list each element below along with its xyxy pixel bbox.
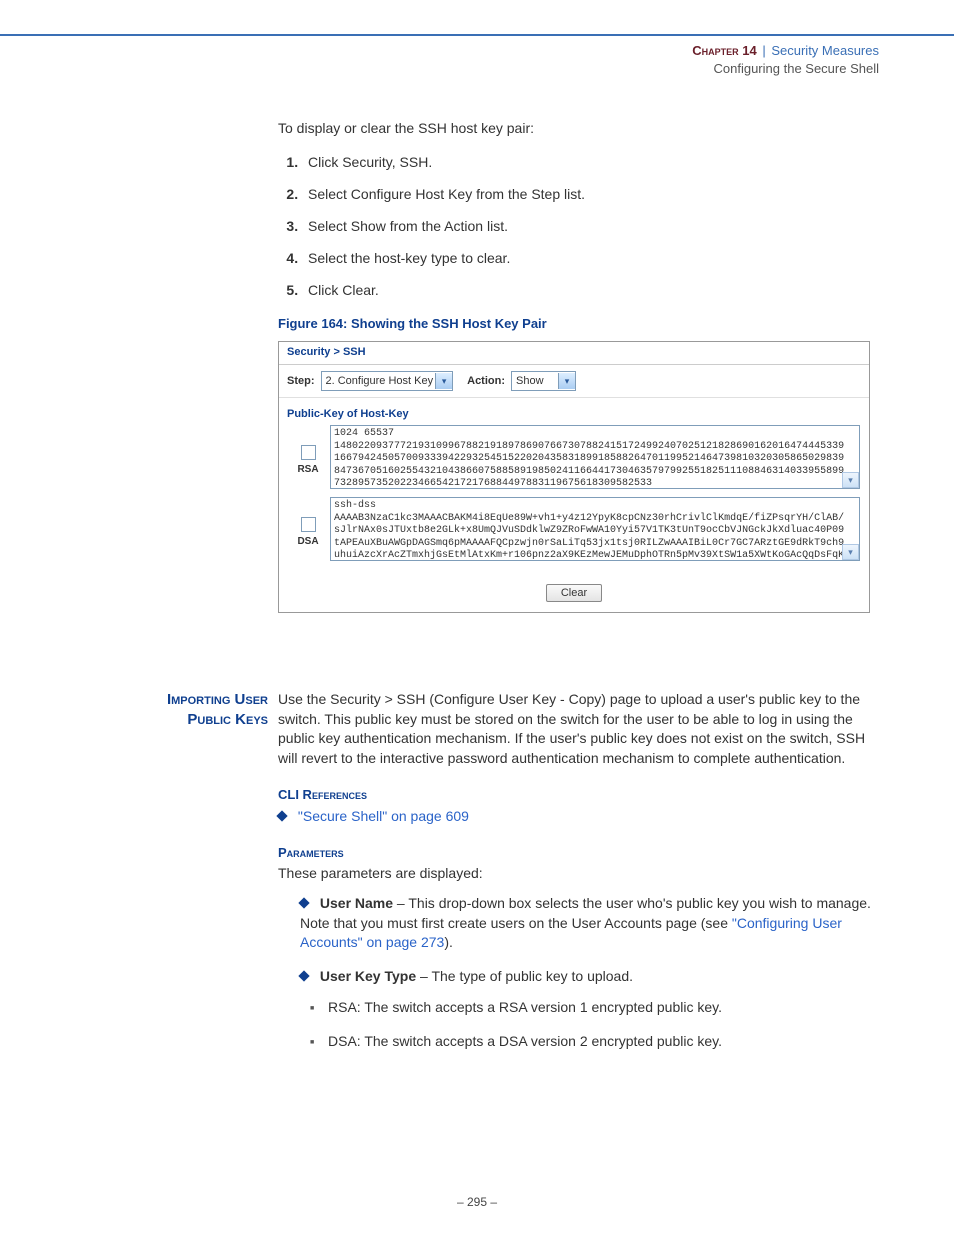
header-subtopic: Configuring the Secure Shell bbox=[692, 60, 879, 78]
param-desc-tail: ). bbox=[444, 934, 453, 950]
chevron-down-icon: ▾ bbox=[435, 373, 452, 389]
host-key-table: RSA ▴ 1024 65537 14802209377721931099678… bbox=[287, 424, 861, 568]
param-desc: – The type of public key to upload. bbox=[416, 968, 633, 984]
page-number: – 295 – bbox=[0, 1195, 954, 1209]
cli-reference-link[interactable]: "Secure Shell" on page 609 bbox=[298, 808, 469, 824]
step-item: Select Show from the Action list. bbox=[302, 218, 878, 234]
action-select-label: Action: bbox=[467, 375, 505, 387]
intro-text: To display or clear the SSH host key pai… bbox=[278, 120, 878, 136]
action-select-value: Show bbox=[516, 375, 556, 387]
diamond-bullet-icon bbox=[276, 810, 287, 821]
header-topic: Security Measures bbox=[771, 43, 879, 58]
parameter-list: User Name – This drop-down box selects t… bbox=[278, 894, 878, 1052]
rsa-label: RSA bbox=[289, 464, 327, 475]
section-paragraph: Use the Security > SSH (Configure User K… bbox=[278, 690, 878, 768]
diamond-bullet-icon bbox=[298, 897, 309, 908]
step-item: Click Clear. bbox=[302, 282, 878, 298]
step-select-value: 2. Configure Host Key bbox=[326, 375, 434, 387]
page-header: Chapter 14 | Security Measures Configuri… bbox=[692, 42, 879, 78]
parameter-item: User Key Type – The type of public key t… bbox=[300, 967, 878, 1052]
side-heading-line2: Public Keys bbox=[118, 710, 268, 730]
parameter-item: User Name – This drop-down box selects t… bbox=[300, 894, 878, 953]
step-item: Select Configure Host Key from the Step … bbox=[302, 186, 878, 202]
dsa-label: DSA bbox=[289, 536, 327, 547]
clear-button[interactable]: Clear bbox=[546, 584, 602, 602]
chapter-label: Chapter 14 bbox=[692, 43, 756, 58]
panel-breadcrumb: Security > SSH bbox=[279, 342, 869, 365]
figure-caption: Figure 164: Showing the SSH Host Key Pai… bbox=[278, 316, 878, 331]
action-select[interactable]: Show ▾ bbox=[511, 371, 576, 391]
diamond-bullet-icon bbox=[298, 970, 309, 981]
side-heading: Importing User Public Keys bbox=[118, 690, 268, 729]
dsa-checkbox[interactable] bbox=[301, 517, 316, 532]
parameters-intro: These parameters are displayed: bbox=[278, 864, 878, 884]
key-type-sublist: RSA: The switch accepts a RSA version 1 … bbox=[300, 998, 878, 1051]
param-name: User Key Type bbox=[320, 968, 416, 984]
cli-references-heading: CLI References bbox=[278, 786, 878, 804]
step-select[interactable]: 2. Configure Host Key ▾ bbox=[321, 371, 454, 391]
scroll-down-icon[interactable]: ▾ bbox=[842, 544, 859, 560]
sublist-item: DSA: The switch accepts a DSA version 2 … bbox=[328, 1032, 878, 1052]
side-heading-line1: Importing User bbox=[118, 690, 268, 710]
panel-controls: Step: 2. Configure Host Key ▾ Action: Sh… bbox=[279, 365, 869, 398]
step-item: Click Security, SSH. bbox=[302, 154, 878, 170]
step-select-label: Step: bbox=[287, 375, 315, 387]
rsa-key-textarea[interactable]: 1024 65537 14802209377721931099678821918… bbox=[330, 425, 860, 489]
cli-reference-item: "Secure Shell" on page 609 bbox=[278, 807, 878, 827]
step-item: Select the host-key type to clear. bbox=[302, 250, 878, 266]
header-rule bbox=[0, 34, 954, 36]
header-divider: | bbox=[760, 43, 767, 58]
chevron-down-icon: ▾ bbox=[558, 373, 575, 389]
param-name: User Name bbox=[320, 895, 393, 911]
panel-section-title: Public-Key of Host-Key bbox=[279, 398, 869, 424]
rsa-checkbox[interactable] bbox=[301, 445, 316, 460]
dsa-key-textarea[interactable]: ssh-dss AAAAB3NzaC1kc3MAAACBAKM4i8EqUe89… bbox=[330, 497, 860, 561]
scroll-down-icon[interactable]: ▾ bbox=[842, 472, 859, 488]
parameters-heading: Parameters bbox=[278, 844, 878, 862]
figure-panel: Security > SSH Step: 2. Configure Host K… bbox=[278, 341, 870, 613]
step-list: Click Security, SSH. Select Configure Ho… bbox=[278, 154, 878, 298]
sublist-item: RSA: The switch accepts a RSA version 1 … bbox=[328, 998, 878, 1018]
